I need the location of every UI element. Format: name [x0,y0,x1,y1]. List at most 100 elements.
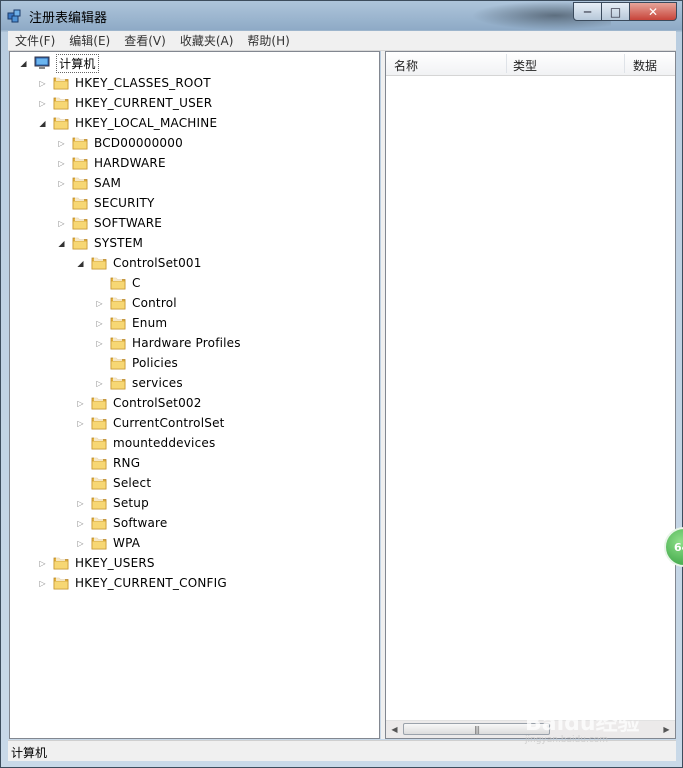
tree-node-label: HARDWARE [94,156,166,170]
tree-node[interactable]: ▷ Control [95,293,177,313]
folder-icon [91,456,107,470]
menu-favorites[interactable]: 收藏夹(A) [173,32,241,49]
expand-arrow-icon[interactable]: ▷ [76,539,85,548]
tree-node[interactable]: ▷Select [76,473,151,493]
folder-icon [91,396,107,410]
expand-arrow-icon[interactable]: ▷ [95,379,104,388]
expand-arrow-icon[interactable]: ▷ [57,139,66,148]
tree-node-label: CurrentControlSet [113,416,225,430]
collapse-arrow-icon[interactable]: ◢ [19,59,28,68]
tree-node-label: RNG [113,456,141,470]
column-type[interactable]: 类型 [513,57,537,74]
watermark-text: Baidu经验 [525,711,640,736]
tree-node[interactable]: ▷mounteddevices [76,433,215,453]
folder-icon [110,356,126,370]
tree-node-label: SAM [94,176,122,190]
baidu-watermark: Baidu经验 jingyan.baidu.com [525,705,640,745]
folder-icon [53,576,69,590]
values-list-pane[interactable]: 名称 类型 数据 ◀ ||| ▶ [385,51,676,739]
tree-node[interactable]: ▷ HKEY_CURRENT_CONFIG [38,573,227,593]
folder-icon [91,436,107,450]
tree-node[interactable]: ◢ HKEY_LOCAL_MACHINE [38,113,217,133]
expand-arrow-icon[interactable]: ▷ [38,559,47,568]
expand-arrow-icon[interactable]: ▷ [95,299,104,308]
tree-node-label: Select [113,476,152,490]
column-separator[interactable] [624,54,625,73]
expand-arrow-icon[interactable]: ▷ [57,179,66,188]
folder-icon [72,176,88,190]
menu-edit[interactable]: 编辑(E) [62,32,117,49]
badge-label: 64 [674,540,683,554]
expand-arrow-icon[interactable]: ▷ [76,419,85,428]
watermark-subtext: jingyan.baidu.com [525,735,609,745]
tree-node-label: Software [113,516,168,530]
registry-editor-window: 注册表编辑器 ─ □ ✕ 文件(F) 编辑(E) 查看(V) 收藏夹(A) 帮助… [0,0,683,768]
collapse-arrow-icon[interactable]: ◢ [57,239,66,248]
menu-help[interactable]: 帮助(H) [240,32,296,49]
folder-icon [91,516,107,530]
tree-root-computer[interactable]: ◢ 计算机 [19,53,99,73]
collapse-arrow-icon[interactable]: ◢ [38,119,47,128]
expand-arrow-icon[interactable]: ▷ [76,499,85,508]
close-button[interactable]: ✕ [629,2,677,21]
tree-node[interactable]: ◢ SYSTEM [57,233,143,253]
folder-icon [91,476,107,490]
tree-node[interactable]: ▷RNG [76,453,140,473]
registry-tree: ◢ 计算机 ▷ HKEY_CLASSES_ROOT ▷ HKEY_CURRENT_USER… [10,52,379,738]
tree-node[interactable]: ▷ SOFTWARE [57,213,162,233]
folder-icon [72,156,88,170]
tree-node[interactable]: ▷ ControlSet002 [76,393,202,413]
tree-node-label: SECURITY [94,196,155,210]
tree-node-label: C [132,276,141,290]
tree-node[interactable]: ▷ Setup [76,493,149,513]
computer-icon [34,56,50,70]
folder-icon [72,236,88,250]
tree-node[interactable]: ◢ ControlSet001 [76,253,202,273]
expand-arrow-icon[interactable]: ▷ [57,219,66,228]
tree-node-label: SOFTWARE [94,216,163,230]
title-bar[interactable]: 注册表编辑器 ─ □ ✕ [1,1,682,30]
tree-node[interactable]: ▷Policies [95,353,178,373]
tree-node[interactable]: ▷ BCD00000000 [57,133,183,153]
folder-icon [72,196,88,210]
maximize-button[interactable]: □ [601,2,630,21]
expand-arrow-icon[interactable]: ▷ [57,159,66,168]
expand-arrow-icon[interactable]: ▷ [76,519,85,528]
collapse-arrow-icon[interactable]: ◢ [76,259,85,268]
menu-file[interactable]: 文件(F) [8,32,62,49]
tree-node[interactable]: ▷ HARDWARE [57,153,166,173]
column-separator[interactable] [506,54,507,73]
expand-arrow-icon[interactable]: ▷ [95,319,104,328]
tree-node[interactable]: ▷SECURITY [57,193,155,213]
scroll-right-arrow-icon[interactable]: ▶ [658,721,675,738]
tree-node[interactable]: ▷ Hardware Profiles [95,333,241,353]
menu-view[interactable]: 查看(V) [117,32,173,49]
expand-arrow-icon[interactable]: ▷ [95,339,104,348]
tree-pane[interactable]: ◢ 计算机 ▷ HKEY_CLASSES_ROOT ▷ HKEY_CURRENT_USER… [9,51,380,739]
tree-node[interactable]: ▷C [95,273,141,293]
expand-arrow-icon[interactable]: ▷ [38,579,47,588]
tree-node[interactable]: ▷ Software [76,513,168,533]
tree-node-label: 计算机 [56,53,99,73]
column-data[interactable]: 数据 [633,57,657,74]
tree-node[interactable]: ▷ HKEY_USERS [38,553,155,573]
tree-node[interactable]: ▷ CurrentControlSet [76,413,225,433]
tree-node[interactable]: ▷ SAM [57,173,121,193]
column-name[interactable]: 名称 [394,57,418,74]
scroll-left-arrow-icon[interactable]: ◀ [386,721,403,738]
tree-node[interactable]: ▷ services [95,373,183,393]
minimize-button[interactable]: ─ [573,2,602,21]
folder-icon [91,496,107,510]
expand-arrow-icon[interactable]: ▷ [38,79,47,88]
folder-icon [110,336,126,350]
expand-arrow-icon[interactable]: ▷ [38,99,47,108]
tree-node[interactable]: ▷ Enum [95,313,167,333]
folder-icon [110,296,126,310]
tree-node[interactable]: ▷ WPA [76,533,140,553]
tree-node-label: Policies [132,356,178,370]
expand-arrow-icon[interactable]: ▷ [76,399,85,408]
tree-node[interactable]: ▷ HKEY_CURRENT_USER [38,93,212,113]
tree-node[interactable]: ▷ HKEY_CLASSES_ROOT [38,73,211,93]
folder-icon [53,96,69,110]
tree-node-label: HKEY_CURRENT_CONFIG [75,576,227,590]
